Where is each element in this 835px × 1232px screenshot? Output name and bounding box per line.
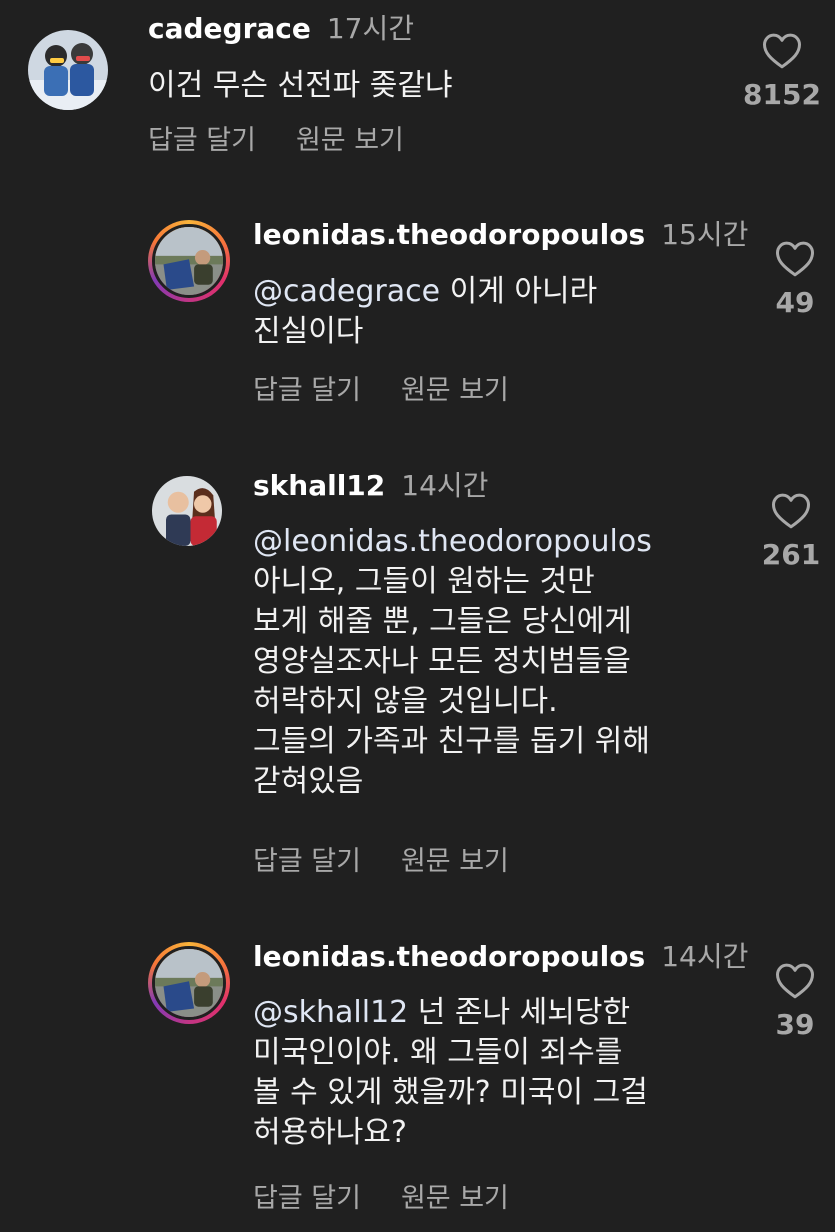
comment-text: 이건 무슨 선전파 좆같냐 (148, 66, 453, 106)
comment-actions: 답글 달기 원문 보기 (253, 1182, 509, 1216)
heart-outline-icon[interactable] (771, 492, 811, 530)
comment-header: skhall12 14시간 (253, 469, 488, 503)
view-original-button[interactable]: 원문 보기 (401, 1182, 509, 1216)
like-control: 8152 (737, 32, 827, 112)
comment-text: @cadegrace 이게 아니라 진실이다 (253, 272, 597, 352)
like-control: 39 (750, 962, 835, 1042)
comment-text: @skhall12 넌 존나 세뇌당한 미국인이야. 왜 그들이 죄수를 볼 수… (253, 993, 648, 1153)
username[interactable]: leonidas.theodoropoulos (253, 218, 645, 251)
avatar[interactable] (152, 476, 222, 546)
avatar-photo (152, 476, 222, 546)
heart-outline-icon[interactable] (762, 32, 802, 70)
username[interactable]: leonidas.theodoropoulos (253, 940, 645, 973)
avatar[interactable] (28, 30, 108, 110)
reply-button[interactable]: 답글 달기 (253, 1182, 361, 1216)
mention-link[interactable]: @leonidas.theodoropoulos (253, 524, 652, 559)
view-original-button[interactable]: 원문 보기 (296, 124, 404, 158)
comment-header: leonidas.theodoropoulos 14시간 (253, 940, 748, 974)
username[interactable]: cadegrace (148, 12, 311, 45)
reply-button[interactable]: 답글 달기 (253, 374, 361, 408)
comment-header: cadegrace 17시간 (148, 12, 414, 46)
avatar-photo (155, 949, 223, 1017)
reply-button[interactable]: 답글 달기 (148, 124, 256, 158)
view-original-button[interactable]: 원문 보기 (401, 845, 509, 879)
like-control: 261 (746, 492, 835, 572)
mention-link[interactable]: @skhall12 (253, 995, 408, 1030)
comment-header: leonidas.theodoropoulos 15시간 (253, 218, 748, 252)
avatar-photo (155, 227, 223, 295)
timestamp: 14시간 (401, 469, 489, 502)
comment-body: 이건 무슨 선전파 좆같냐 (148, 68, 453, 103)
timestamp: 14시간 (661, 940, 749, 973)
like-control: 49 (750, 240, 835, 320)
comment-body: 아니오, 그들이 원하는 것만 보게 해줄 뿐, 그들은 당신에게 영양실조자나… (253, 564, 650, 799)
like-count: 261 (761, 538, 821, 571)
heart-outline-icon[interactable] (775, 962, 815, 1000)
avatar[interactable] (148, 942, 230, 1024)
timestamp: 15시간 (661, 218, 749, 251)
comment-actions: 답글 달기 원문 보기 (148, 124, 404, 158)
view-original-button[interactable]: 원문 보기 (401, 374, 509, 408)
comment-actions: 답글 달기 원문 보기 (253, 845, 509, 879)
avatar[interactable] (148, 220, 230, 302)
username[interactable]: skhall12 (253, 469, 385, 502)
reply-button[interactable]: 답글 달기 (253, 845, 361, 879)
like-count: 8152 (743, 78, 821, 111)
like-count: 49 (775, 286, 815, 319)
avatar-photo (28, 30, 108, 110)
comment-actions: 답글 달기 원문 보기 (253, 374, 509, 408)
like-count: 39 (775, 1008, 815, 1041)
timestamp: 17시간 (326, 12, 415, 45)
mention-link[interactable]: @cadegrace (253, 274, 440, 309)
comment-text: @leonidas.theodoropoulos 아니오, 그들이 원하는 것만… (253, 522, 652, 802)
heart-outline-icon[interactable] (775, 240, 815, 278)
